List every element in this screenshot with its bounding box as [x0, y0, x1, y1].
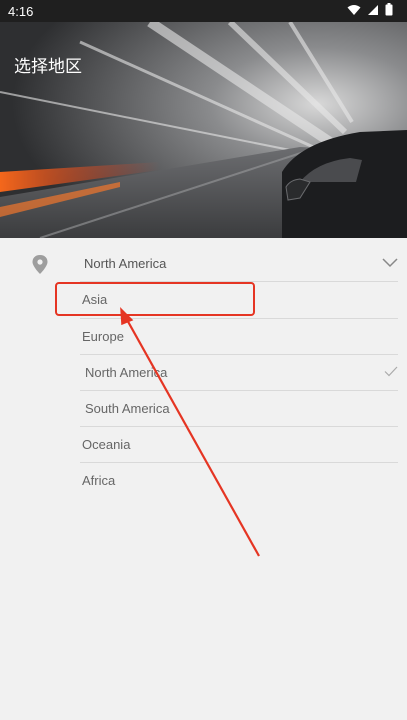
annotation-arrow [120, 307, 260, 557]
